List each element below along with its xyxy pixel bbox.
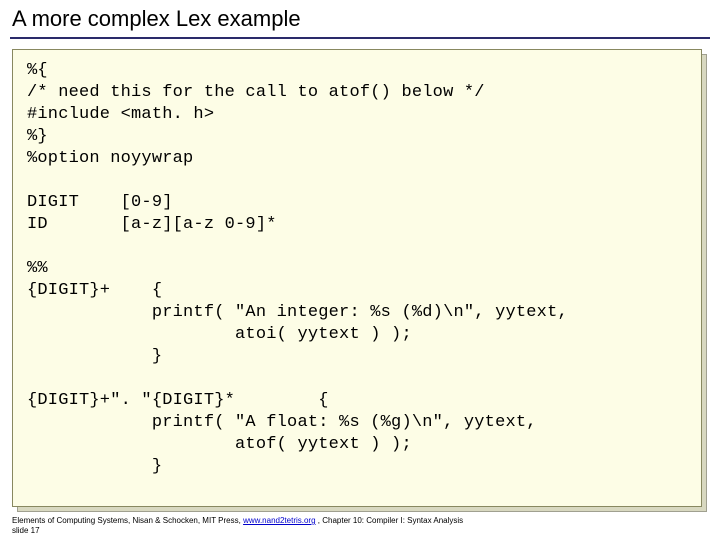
- slide-title: A more complex Lex example: [12, 6, 301, 32]
- footer-link: www.nand2tetris.org: [243, 516, 315, 525]
- footer-post: , Chapter 10: Compiler I: Syntax Analysi…: [316, 516, 464, 525]
- codebox: %{ /* need this for the call to atof() b…: [12, 49, 702, 507]
- footer-slide-number: slide 17: [12, 526, 40, 535]
- footer-pre: Elements of Computing Systems, Nisan & S…: [12, 516, 243, 525]
- footer: Elements of Computing Systems, Nisan & S…: [12, 516, 463, 536]
- slide: A more complex Lex example %{ /* need th…: [0, 0, 720, 540]
- title-underline: [10, 37, 710, 39]
- lex-source-code: %{ /* need this for the call to atof() b…: [27, 60, 687, 478]
